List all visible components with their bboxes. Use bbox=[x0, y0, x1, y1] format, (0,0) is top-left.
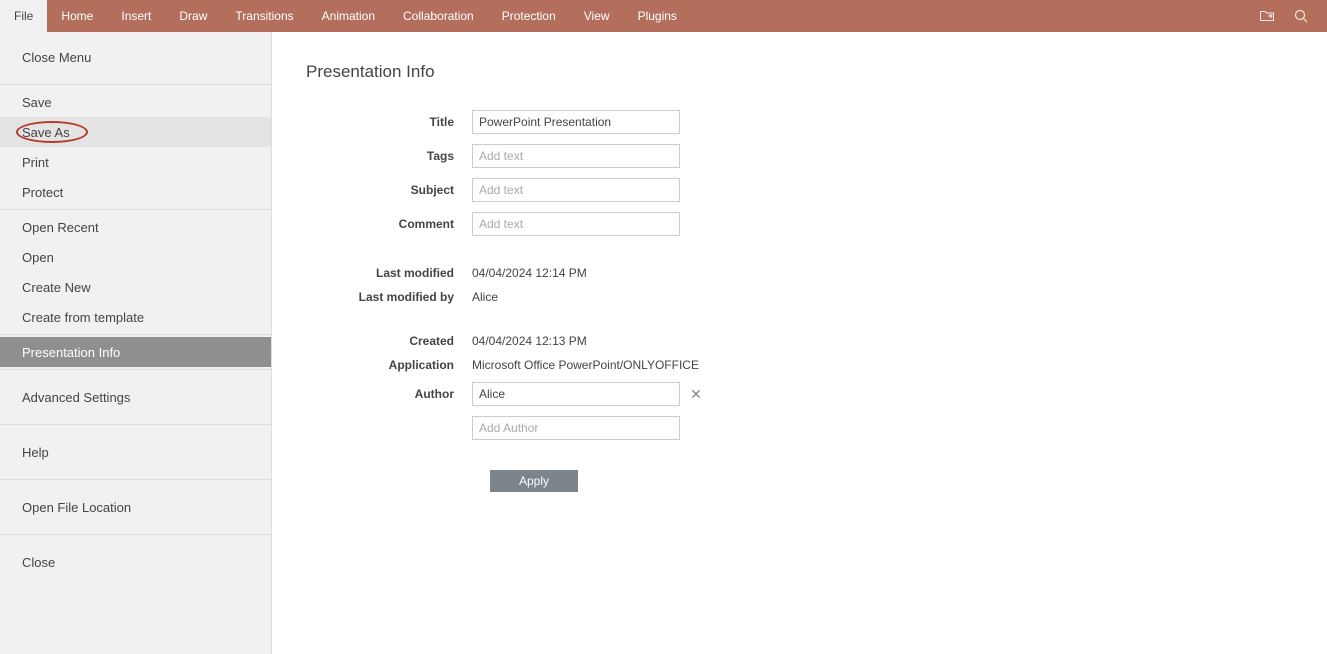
ribbon-tab-view[interactable]: View bbox=[570, 0, 624, 32]
row-subject: Subject bbox=[306, 178, 1293, 202]
menu-create-new[interactable]: Create New bbox=[0, 272, 271, 302]
input-comment[interactable] bbox=[472, 212, 680, 236]
label-author: Author bbox=[306, 387, 472, 401]
row-comment: Comment bbox=[306, 212, 1293, 236]
menu-separator bbox=[0, 84, 271, 85]
input-title[interactable] bbox=[472, 110, 680, 134]
label-subject: Subject bbox=[306, 183, 472, 197]
label-title: Title bbox=[306, 115, 472, 129]
label-last-modified: Last modified bbox=[306, 266, 472, 280]
row-last-modified-by: Last modified by Alice bbox=[306, 290, 1293, 304]
label-tags: Tags bbox=[306, 149, 472, 163]
ribbon-tab-collaboration[interactable]: Collaboration bbox=[389, 0, 488, 32]
row-last-modified: Last modified 04/04/2024 12:14 PM bbox=[306, 266, 1293, 280]
label-comment: Comment bbox=[306, 217, 472, 231]
file-menu-sidebar: Close Menu Save Save As Print Protect Op… bbox=[0, 32, 272, 654]
ribbon-right-tools bbox=[1259, 0, 1327, 32]
menu-protect[interactable]: Protect bbox=[0, 177, 271, 207]
ribbon-tab-animation[interactable]: Animation bbox=[308, 0, 389, 32]
menu-print[interactable]: Print bbox=[0, 147, 271, 177]
row-tags: Tags bbox=[306, 144, 1293, 168]
input-subject[interactable] bbox=[472, 178, 680, 202]
menu-open-recent[interactable]: Open Recent bbox=[0, 212, 271, 242]
ribbon-tab-insert[interactable]: Insert bbox=[107, 0, 165, 32]
ribbon-tab-draw[interactable]: Draw bbox=[165, 0, 221, 32]
label-created: Created bbox=[306, 334, 472, 348]
menu-advanced-settings[interactable]: Advanced Settings bbox=[0, 372, 271, 422]
value-application: Microsoft Office PowerPoint/ONLYOFFICE bbox=[472, 358, 699, 372]
menu-open[interactable]: Open bbox=[0, 242, 271, 272]
page-title: Presentation Info bbox=[306, 62, 1293, 82]
remove-author-icon[interactable]: ✕ bbox=[688, 386, 704, 403]
menu-presentation-info[interactable]: Presentation Info bbox=[0, 337, 271, 367]
search-icon[interactable] bbox=[1293, 8, 1309, 24]
ribbon-tab-protection[interactable]: Protection bbox=[488, 0, 570, 32]
main-area: Close Menu Save Save As Print Protect Op… bbox=[0, 32, 1327, 654]
value-last-modified: 04/04/2024 12:14 PM bbox=[472, 266, 587, 280]
ribbon-tab-file[interactable]: File bbox=[0, 0, 47, 32]
row-title: Title bbox=[306, 110, 1293, 134]
menu-close[interactable]: Close bbox=[0, 537, 271, 587]
menu-separator bbox=[0, 209, 271, 210]
menu-save-as-label: Save As bbox=[22, 125, 70, 140]
input-add-author[interactable] bbox=[472, 416, 680, 440]
row-application: Application Microsoft Office PowerPoint/… bbox=[306, 358, 1293, 372]
menu-separator bbox=[0, 479, 271, 480]
menu-separator bbox=[0, 369, 271, 370]
menu-save-as[interactable]: Save As bbox=[0, 117, 271, 147]
input-tags[interactable] bbox=[472, 144, 680, 168]
menu-save[interactable]: Save bbox=[0, 87, 271, 117]
value-created: 04/04/2024 12:13 PM bbox=[472, 334, 587, 348]
menu-open-file-location[interactable]: Open File Location bbox=[0, 482, 271, 532]
menu-separator bbox=[0, 534, 271, 535]
menu-help[interactable]: Help bbox=[0, 427, 271, 477]
row-author: Author ✕ bbox=[306, 382, 1293, 406]
input-author[interactable] bbox=[472, 382, 680, 406]
menu-close-menu[interactable]: Close Menu bbox=[0, 32, 271, 82]
menu-create-from-template[interactable]: Create from template bbox=[0, 302, 271, 332]
row-add-author bbox=[306, 416, 1293, 440]
label-application: Application bbox=[306, 358, 472, 372]
menu-separator bbox=[0, 424, 271, 425]
ribbon-tab-transitions[interactable]: Transitions bbox=[221, 0, 307, 32]
open-file-location-icon[interactable] bbox=[1259, 8, 1275, 24]
value-last-modified-by: Alice bbox=[472, 290, 498, 304]
ribbon-tab-plugins[interactable]: Plugins bbox=[624, 0, 691, 32]
ribbon: File Home Insert Draw Transitions Animat… bbox=[0, 0, 1327, 32]
apply-button[interactable]: Apply bbox=[490, 470, 578, 492]
label-last-modified-by: Last modified by bbox=[306, 290, 472, 304]
menu-separator bbox=[0, 334, 271, 335]
content-panel: Presentation Info Title Tags Subject Com… bbox=[272, 32, 1327, 654]
ribbon-tab-home[interactable]: Home bbox=[47, 0, 107, 32]
row-created: Created 04/04/2024 12:13 PM bbox=[306, 334, 1293, 348]
